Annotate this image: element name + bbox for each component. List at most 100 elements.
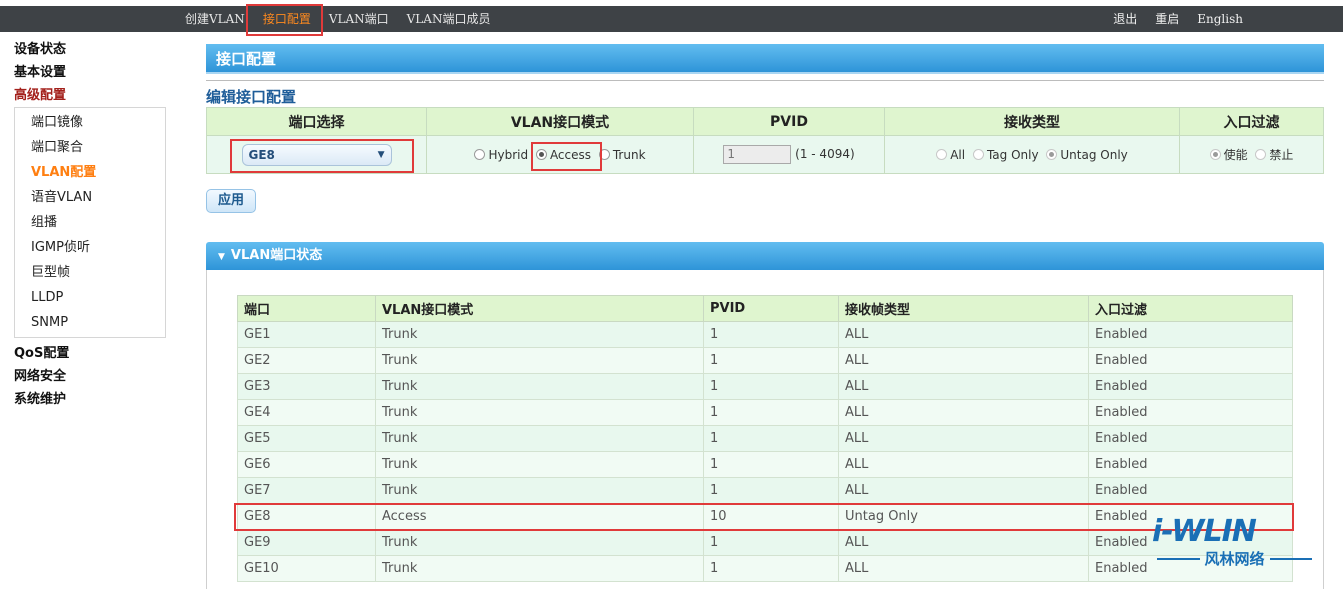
sidebar-subitem-port-mirror[interactable]: 端口镜像 — [31, 110, 165, 135]
mode-option-label: Hybrid — [488, 147, 529, 162]
sidebar-subitem-voice-vlan[interactable]: 语音VLAN — [31, 185, 165, 210]
reboot-link[interactable]: 重启 — [1155, 6, 1179, 32]
chevron-down-icon: ▼ — [377, 149, 385, 160]
table-cell-accept: ALL — [838, 347, 1089, 374]
radio-icon — [598, 148, 610, 160]
table-cell-filter: Enabled — [1088, 425, 1293, 452]
logout-link[interactable]: 退出 — [1113, 6, 1137, 32]
table-cell-accept: ALL — [838, 529, 1089, 556]
page-title: 接口配置 — [206, 44, 1324, 74]
pvid-input[interactable]: 1 — [723, 145, 792, 164]
brand-subtitle-text: 风林网络 — [1204, 550, 1265, 568]
accept-option-untag-only[interactable]: Untag Only — [1046, 147, 1128, 162]
table-cell-pvid: 1 — [703, 347, 839, 374]
mode-cell: Hybrid Access Trunk — [426, 135, 694, 174]
sidebar-subitem-multicast[interactable]: 组播 — [31, 210, 165, 235]
tab-create-vlan[interactable]: 创建VLAN — [176, 6, 254, 32]
table-cell-pvid: 1 — [703, 477, 839, 504]
table-cell-accept: ALL — [838, 477, 1089, 504]
pvid-range: (1 - 4094) — [795, 147, 855, 161]
config-value-row: GE8 ▼ Hybrid Access Trunk 1 (1 - 4094) A… — [206, 135, 1324, 174]
main-content: 接口配置 编辑接口配置 端口选择 VLAN接口模式 PVID 接收类型 入口过滤… — [206, 44, 1324, 589]
table-cell-mode: Trunk — [375, 321, 704, 348]
top-right-links: 退出 重启 English — [1095, 6, 1243, 32]
sidebar-item-advanced-config[interactable]: 高级配置 — [14, 84, 166, 107]
table-row: GE1 Trunk 1 ALL Enabled — [237, 321, 1293, 348]
mode-option-label: Trunk — [612, 147, 646, 162]
apply-button[interactable]: 应用 — [206, 189, 256, 213]
status-panel-title: VLAN端口状态 — [230, 248, 323, 263]
config-header-pvid: PVID — [693, 107, 885, 136]
brand-watermark: i-WLIN 风林网络 — [1152, 516, 1317, 570]
brand-logo: i-WLIN — [1152, 514, 1257, 549]
radio-icon — [936, 148, 948, 160]
sidebar: 设备状态 基本设置 高级配置 端口镜像 端口聚合 VLAN配置 语音VLAN 组… — [14, 38, 166, 411]
filter-option-label: 禁止 — [1269, 148, 1294, 162]
sidebar-item-system-maintenance[interactable]: 系统维护 — [14, 388, 166, 411]
sidebar-item-basic-settings[interactable]: 基本设置 — [14, 61, 166, 84]
table-cell-accept: ALL — [838, 425, 1089, 452]
sidebar-item-network-security[interactable]: 网络安全 — [14, 365, 166, 388]
sidebar-subitem-port-aggregation[interactable]: 端口聚合 — [31, 135, 165, 160]
table-cell-port: GE2 — [237, 347, 376, 374]
sidebar-subitem-snmp[interactable]: SNMP — [31, 310, 165, 335]
table-cell-accept: ALL — [838, 321, 1089, 348]
tab-vlan-port[interactable]: VLAN端口 — [320, 6, 398, 32]
status-header-filter: 入口过滤 — [1088, 295, 1293, 322]
sidebar-subitem-jumbo-frame[interactable]: 巨型帧 — [31, 260, 165, 285]
sidebar-item-qos[interactable]: QoS配置 — [14, 342, 166, 365]
table-cell-port: GE3 — [237, 373, 376, 400]
table-cell-port: GE7 — [237, 477, 376, 504]
table-cell-mode: Trunk — [375, 373, 704, 400]
filter-option-disable[interactable]: 禁止 — [1255, 146, 1293, 163]
table-row: GE8 Access 10 Untag Only Enabled — [237, 503, 1293, 530]
tab-interface-config[interactable]: 接口配置 — [254, 6, 320, 32]
sidebar-subitem-lldp[interactable]: LLDP — [31, 285, 165, 310]
port-select[interactable]: GE8 ▼ — [241, 143, 392, 166]
top-nav: 创建VLAN 接口配置 VLAN端口 VLAN端口成员 — [176, 6, 499, 32]
table-cell-filter: Enabled — [1088, 399, 1293, 426]
mode-option-label: Access — [549, 147, 592, 162]
radio-icon — [1255, 149, 1267, 160]
radio-checked-icon — [1209, 149, 1221, 160]
filter-cell: 使能 禁止 — [1179, 135, 1324, 174]
filter-option-enable[interactable]: 使能 — [1209, 146, 1248, 163]
accept-option-tag-only[interactable]: Tag Only — [972, 148, 1039, 162]
config-table: 端口选择 VLAN接口模式 PVID 接收类型 入口过滤 GE8 ▼ Hybri… — [206, 107, 1324, 174]
sidebar-item-device-status[interactable]: 设备状态 — [14, 38, 166, 61]
config-header-mode: VLAN接口模式 — [426, 107, 694, 136]
radio-checked-icon — [535, 148, 547, 160]
status-header-row: 端口 VLAN接口模式 PVID 接收帧类型 入口过滤 — [237, 295, 1293, 322]
table-cell-mode: Trunk — [375, 451, 704, 478]
accept-option-all[interactable]: All — [936, 148, 965, 162]
radio-checked-icon — [1046, 148, 1058, 160]
divider — [206, 80, 1324, 81]
table-cell-filter: Enabled — [1088, 477, 1293, 504]
language-link[interactable]: English — [1197, 6, 1243, 32]
status-table: 端口 VLAN接口模式 PVID 接收帧类型 入口过滤 GE1 Trunk 1 ALL… — [237, 295, 1293, 582]
table-cell-port: GE10 — [237, 555, 376, 582]
table-row: GE10 Trunk 1 ALL Enabled — [237, 555, 1293, 582]
port-select-cell: GE8 ▼ — [206, 135, 427, 174]
table-row: GE4 Trunk 1 ALL Enabled — [237, 399, 1293, 426]
accept-cell: All Tag Only Untag Only — [884, 135, 1180, 174]
status-rows: GE1 Trunk 1 ALL Enabled GE2 Trunk 1 ALL Enabled GE… — [237, 321, 1293, 582]
mode-option-access[interactable]: Access — [535, 147, 592, 162]
divider — [1269, 557, 1313, 560]
tab-vlan-port-members[interactable]: VLAN端口成员 — [398, 6, 500, 32]
sidebar-subitem-vlan-config[interactable]: VLAN配置 — [31, 160, 165, 185]
table-cell-filter: Enabled — [1088, 451, 1293, 478]
table-row: GE9 Trunk 1 ALL Enabled — [237, 529, 1293, 556]
table-cell-pvid: 1 — [703, 373, 839, 400]
table-cell-filter: Enabled — [1088, 347, 1293, 374]
accept-option-label: Untag Only — [1060, 147, 1128, 162]
sidebar-subitem-igmp-snooping[interactable]: IGMP侦听 — [31, 235, 165, 260]
mode-option-trunk[interactable]: Trunk — [598, 147, 646, 162]
table-cell-pvid: 1 — [703, 529, 839, 556]
config-header-row: 端口选择 VLAN接口模式 PVID 接收类型 入口过滤 — [206, 107, 1324, 136]
table-cell-pvid: 1 — [703, 555, 839, 582]
table-row: GE3 Trunk 1 ALL Enabled — [237, 373, 1293, 400]
table-cell-accept: Untag Only — [838, 503, 1089, 530]
status-panel-header[interactable]: ▼ VLAN端口状态 — [206, 242, 1324, 270]
mode-option-hybrid[interactable]: Hybrid — [474, 148, 528, 162]
